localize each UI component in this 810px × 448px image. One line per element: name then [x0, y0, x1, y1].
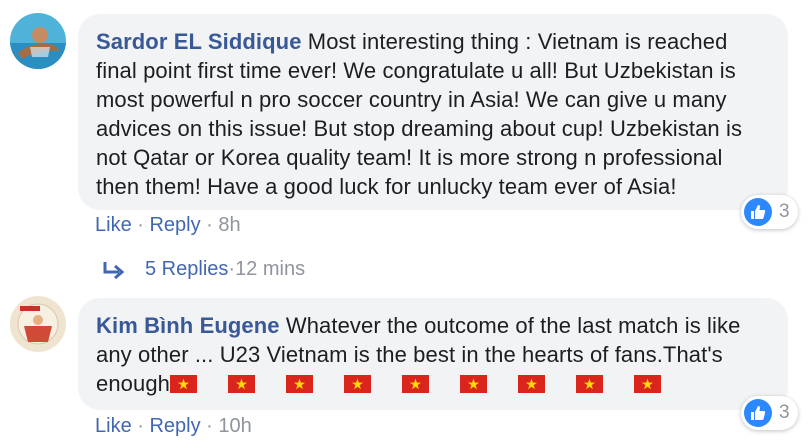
vietnam-flag-icon — [170, 371, 198, 393]
vietnam-flag-icon — [634, 371, 662, 393]
comment-text: Most interesting thing : Vietnam is reac… — [96, 29, 743, 199]
avatar-image — [10, 13, 66, 69]
avatar-image — [10, 296, 66, 352]
separator: · — [200, 214, 219, 236]
comment-timestamp[interactable]: 10h — [218, 415, 251, 437]
avatar[interactable] — [10, 296, 66, 352]
replies-count[interactable]: 5 Replies — [145, 258, 228, 281]
separator: · — [131, 214, 150, 236]
thumbs-up-icon — [744, 399, 772, 427]
vietnam-flag-icon — [402, 371, 430, 393]
comment-bubble: Kim Bình Eugene Whatever the outcome of … — [78, 298, 788, 410]
emoji-row — [170, 371, 662, 396]
vietnam-flag-icon — [460, 371, 488, 393]
separator: · — [228, 258, 236, 280]
reply-link[interactable]: Reply — [149, 415, 200, 437]
reply-link[interactable]: Reply — [149, 214, 200, 236]
vietnam-flag-icon — [286, 371, 314, 393]
vietnam-flag-icon — [518, 371, 546, 393]
reaction-badge[interactable]: 3 — [741, 396, 798, 430]
vietnam-flag-icon — [576, 371, 604, 393]
comment-timestamp[interactable]: 8h — [218, 214, 240, 236]
like-link[interactable]: Like — [95, 214, 132, 236]
comment-actions: Like · Reply · 10h — [95, 415, 252, 438]
view-replies-link[interactable]: 5 Replies · 12 mins — [103, 258, 305, 281]
comment-author[interactable]: Kim Bình Eugene — [96, 313, 280, 338]
vietnam-flag-icon — [344, 371, 372, 393]
comment-author[interactable]: Sardor EL Siddique — [96, 29, 302, 54]
reaction-badge[interactable]: 3 — [741, 195, 798, 229]
comment-bubble: Sardor EL Siddique Most interesting thin… — [78, 14, 788, 210]
reply-arrow-icon — [103, 261, 125, 279]
separator: · — [200, 415, 219, 437]
comment-actions: Like · Reply · 8h — [95, 214, 241, 237]
like-link[interactable]: Like — [95, 415, 132, 437]
replies-timestamp: 12 mins — [235, 258, 306, 280]
thumbs-up-icon — [744, 198, 772, 226]
reaction-count: 3 — [779, 402, 790, 423]
separator: · — [131, 415, 150, 437]
vietnam-flag-icon — [228, 371, 256, 393]
avatar[interactable] — [10, 13, 66, 69]
reaction-count: 3 — [779, 201, 790, 222]
